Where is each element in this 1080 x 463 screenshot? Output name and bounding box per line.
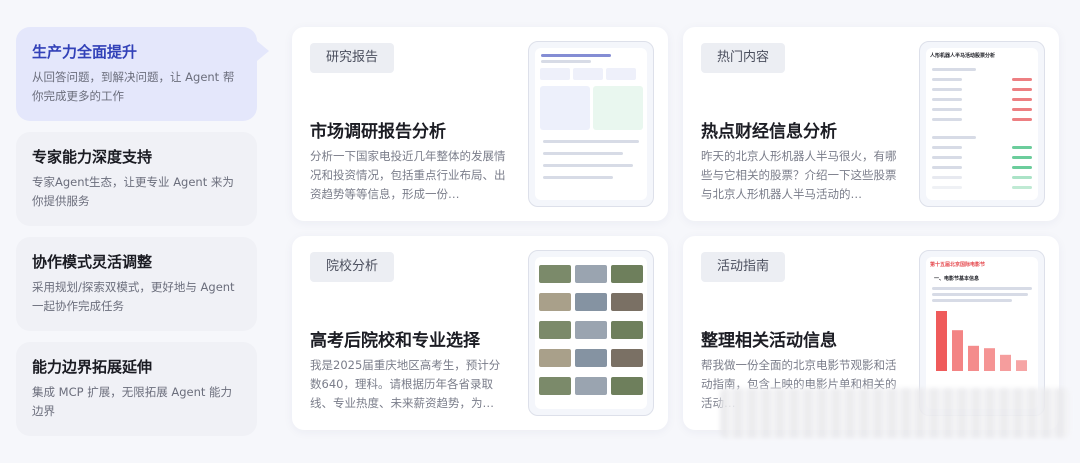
campus-photo [611, 321, 643, 339]
campus-photo [611, 293, 643, 311]
chart-bar [936, 311, 947, 371]
card-tag: 研究报告 [310, 43, 395, 73]
card-title: 高考后院校和专业选择 [310, 331, 480, 351]
thumb-title: 第十五届北京国际电影节 [930, 262, 986, 268]
campus-photo [611, 265, 643, 283]
campus-photo [539, 293, 571, 311]
card-college-analysis[interactable]: 院校分析 高考后院校和专业选择 我是2025届重庆地区高考生，预计分数640，理… [292, 236, 668, 430]
report-preview-thumbnail [528, 41, 654, 207]
campus-photo [575, 293, 607, 311]
card-title: 整理相关活动信息 [701, 331, 837, 351]
card-title: 市场调研报告分析 [310, 122, 446, 142]
feature-desc: 采用规划/探索双模式，更好地与 Agent 一起协作完成任务 [32, 280, 235, 313]
chart-bar [968, 345, 979, 371]
chart-bar [1000, 354, 1011, 371]
card-tag: 院校分析 [310, 252, 395, 282]
film-bar-chart [936, 311, 1027, 371]
feature-productivity[interactable]: 生产力全面提升 从回答问题，到解决问题，让 Agent 帮你完成更多的工作 [16, 27, 269, 121]
campus-photo [611, 377, 643, 395]
active-pointer [257, 41, 269, 61]
campus-photo [539, 349, 571, 367]
campus-photo [539, 377, 571, 395]
feature-collaboration[interactable]: 协作模式灵活调整 采用规划/探索双模式，更好地与 Agent 一起协作完成任务 [16, 237, 257, 331]
feature-title: 专家能力深度支持 [32, 148, 153, 166]
card-hot-content[interactable]: 热门内容 热点财经信息分析 昨天的北京人形机器人半马很火，有哪些与它相关的股票？… [683, 27, 1059, 221]
stocks-preview-thumbnail: 人形机器人半马活动股票分析 [919, 41, 1045, 207]
campus-preview-thumbnail [528, 250, 654, 416]
card-desc: 昨天的北京人形机器人半马很火，有哪些与它相关的股票？介绍一下这些股票与北京人形机… [701, 149, 897, 201]
campus-photo [575, 321, 607, 339]
thumb-section: 一、电影节基本信息 [934, 276, 980, 282]
campus-photo [575, 377, 607, 395]
campus-photo [611, 349, 643, 367]
card-tag: 活动指南 [701, 252, 786, 282]
feature-title: 协作模式灵活调整 [32, 253, 153, 271]
feature-expert[interactable]: 专家能力深度支持 专家Agent生态，让更专业 Agent 来为你提供服务 [16, 132, 257, 226]
card-title: 热点财经信息分析 [701, 122, 837, 142]
campus-photo [539, 265, 571, 283]
campus-photo [575, 265, 607, 283]
chart-bar [1016, 360, 1027, 371]
feature-extension[interactable]: 能力边界拓展延伸 集成 MCP 扩展，无限拓展 Agent 能力边界 [16, 342, 257, 436]
chart-bar [984, 348, 995, 371]
blurred-watermark [720, 388, 1070, 438]
card-research-report[interactable]: 研究报告 市场调研报告分析 分析一下国家电投近几年整体的发展情况和投资情况，包括… [292, 27, 668, 221]
feature-desc: 专家Agent生态，让更专业 Agent 来为你提供服务 [32, 175, 234, 208]
card-tag: 热门内容 [701, 43, 786, 73]
thumb-title: 人形机器人半马活动股票分析 [930, 53, 996, 59]
card-desc: 我是2025届重庆地区高考生，预计分数640，理科。请根据历年各省录取线、专业热… [310, 358, 501, 410]
feature-title: 能力边界拓展延伸 [32, 358, 153, 376]
campus-photo [539, 321, 571, 339]
feature-desc: 集成 MCP 扩展，无限拓展 Agent 能力边界 [32, 385, 233, 418]
feature-desc: 从回答问题，到解决问题，让 Agent 帮你完成更多的工作 [32, 70, 235, 103]
card-desc: 分析一下国家电投近几年整体的发展情况和投资情况，包括重点行业布局、出资趋势等等信… [310, 149, 506, 201]
chart-bar [952, 330, 963, 371]
campus-photo [575, 349, 607, 367]
feature-title: 生产力全面提升 [32, 43, 138, 61]
